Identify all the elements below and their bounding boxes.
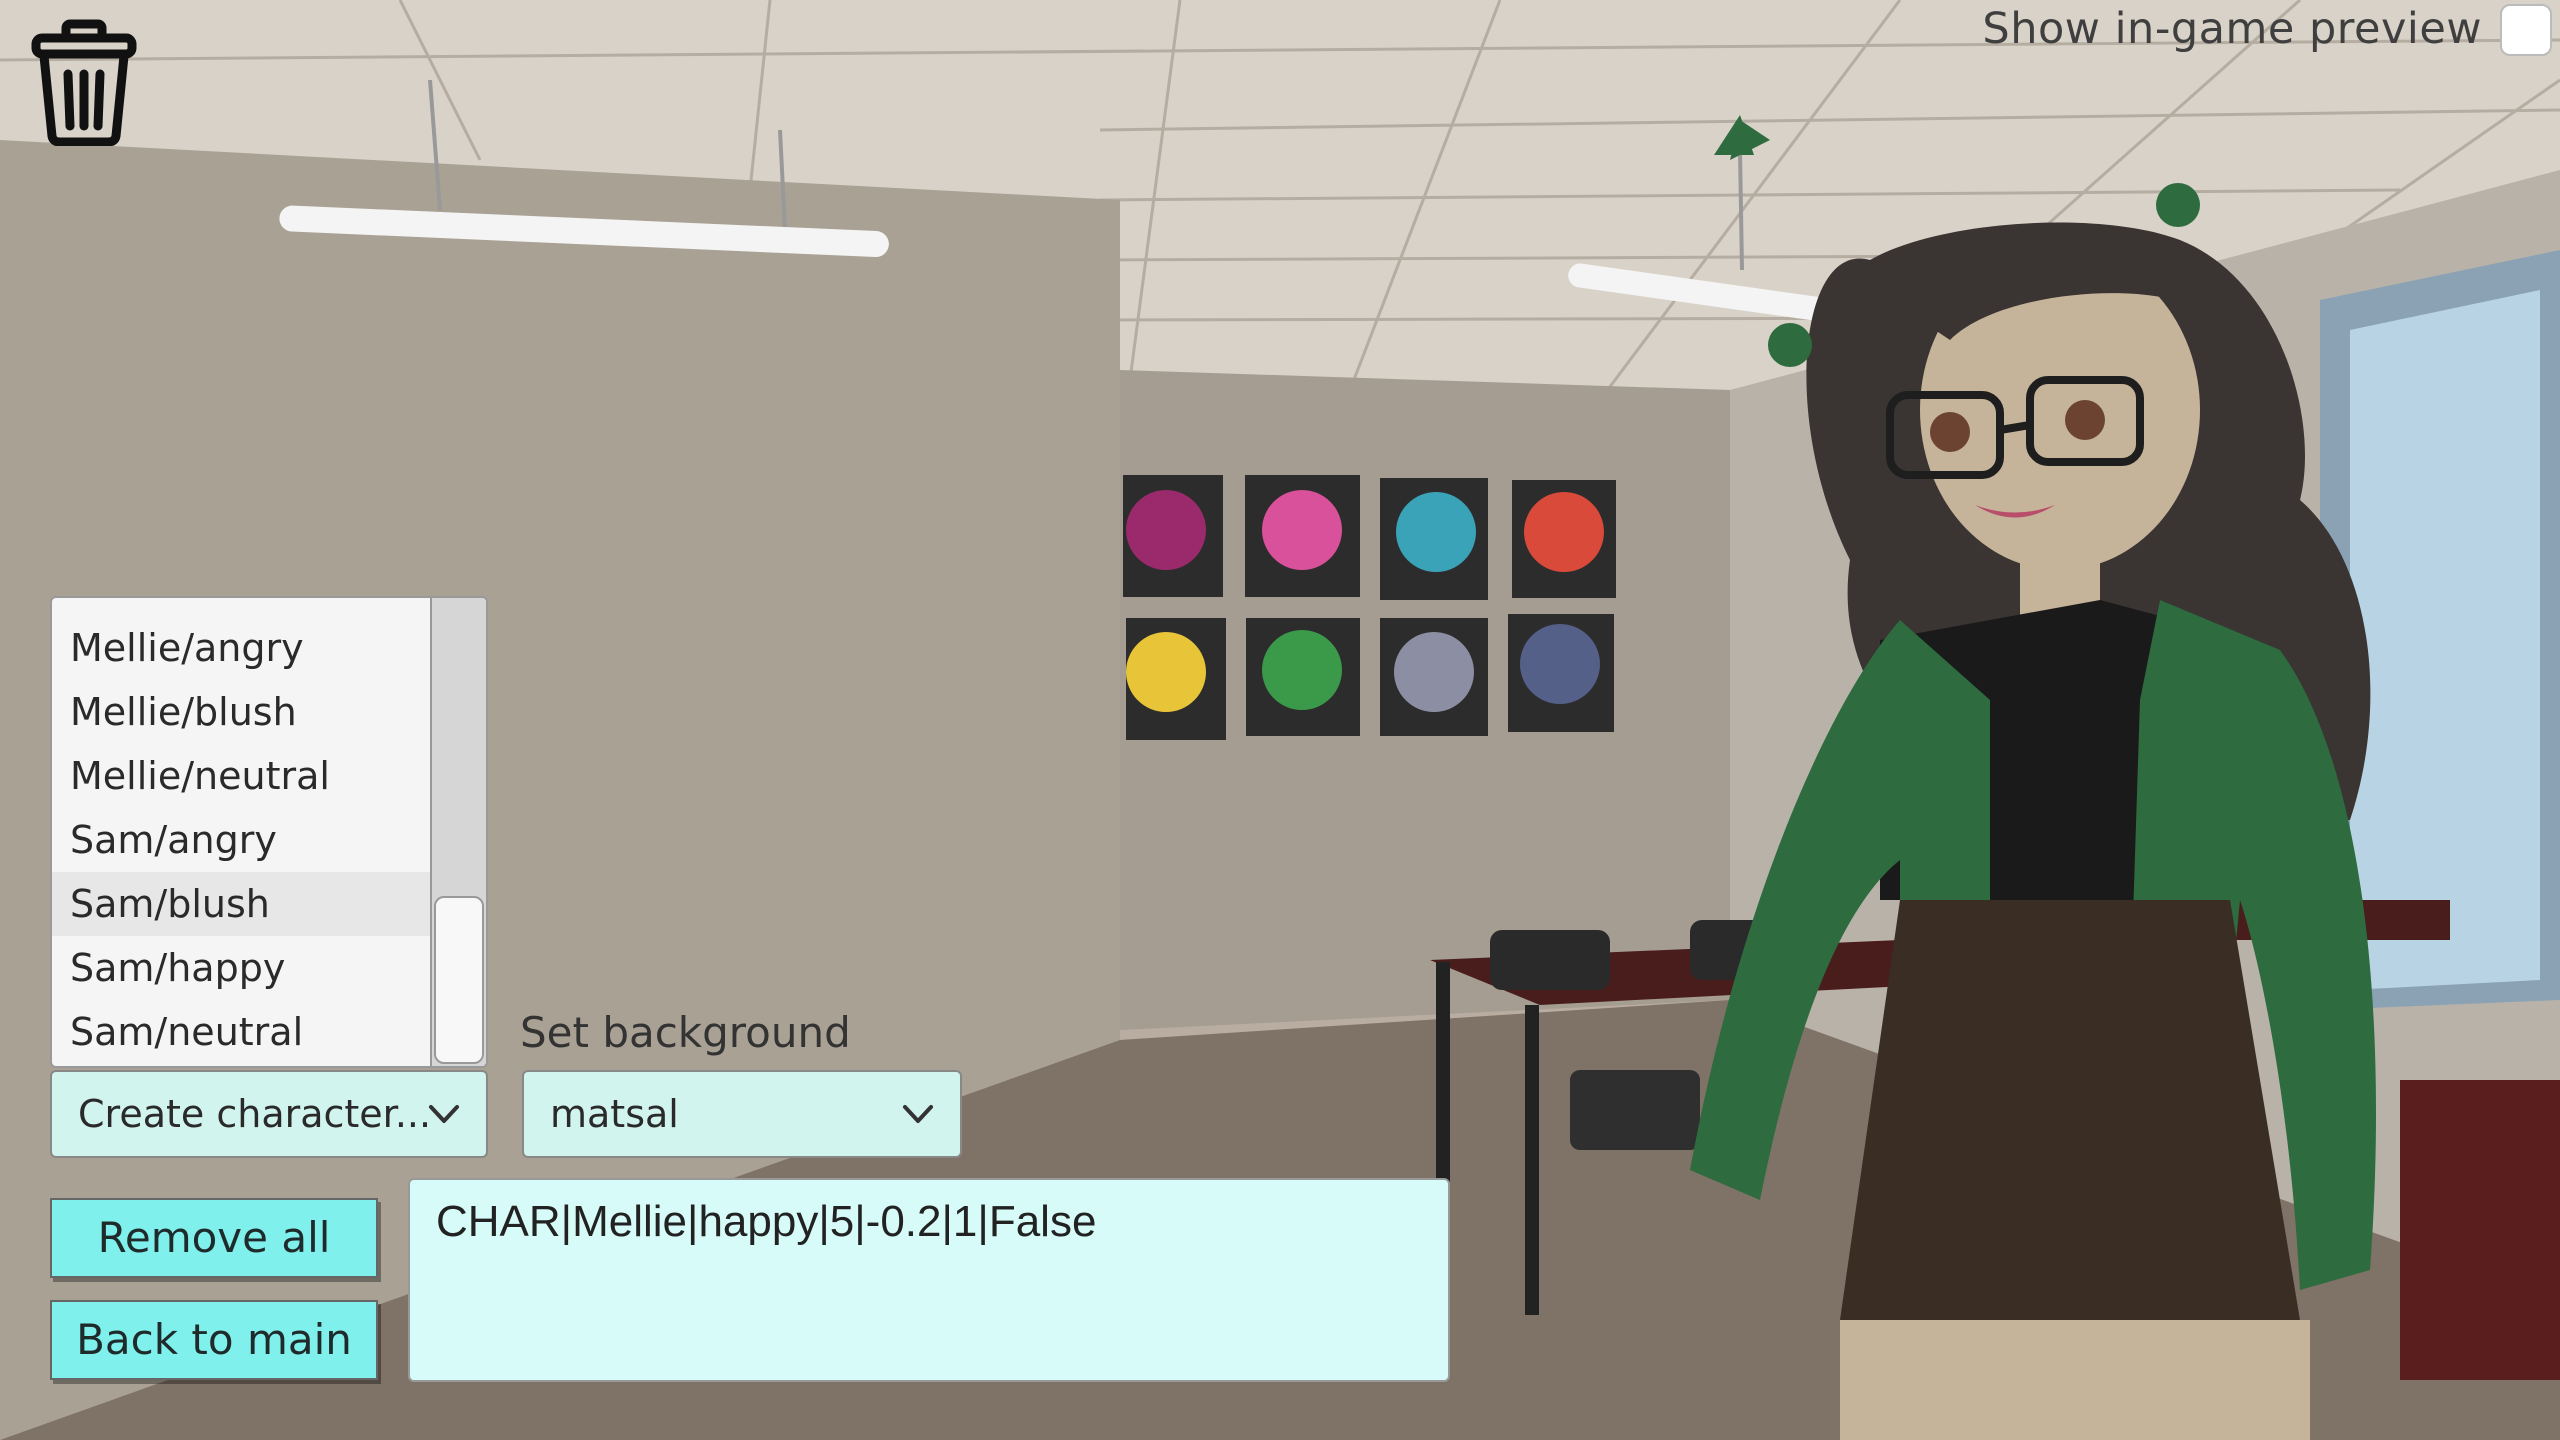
list-scrollbar-thumb[interactable] [434,896,484,1064]
list-item[interactable]: Mellie/blush [52,680,432,744]
remove-all-button[interactable]: Remove all [50,1198,378,1278]
list-item-selected[interactable]: Sam/blush [52,872,432,936]
character-list[interactable]: Mellie/angry Mellie/blush Mellie/neutral… [50,596,488,1068]
list-item[interactable]: Sam/neutral [52,1000,432,1064]
background-value: matsal [550,1092,679,1136]
set-background-label: Set background [520,1008,851,1057]
create-character-dropdown[interactable]: Create character... [50,1070,488,1158]
background-dropdown[interactable]: matsal [522,1070,962,1158]
list-item[interactable]: Mellie/neutral [52,744,432,808]
create-character-value: Create character... [78,1092,432,1136]
trash-icon [31,19,137,147]
chevron-down-icon [903,1105,933,1123]
list-scrollbar[interactable] [430,598,486,1066]
list-item[interactable]: Sam/happy [52,936,432,1000]
preview-label: Show in-game preview [1982,4,2482,54]
trash-button[interactable] [28,18,140,147]
preview-checkbox[interactable] [2500,4,2552,56]
back-to-main-button[interactable]: Back to main [50,1300,378,1380]
command-textbox[interactable]: CHAR|Mellie|happy|5|-0.2|1|False [408,1178,1450,1382]
list-item[interactable]: Sam/angry [52,808,432,872]
list-item[interactable]: Mellie/angry [52,616,432,680]
chevron-down-icon [429,1105,459,1123]
